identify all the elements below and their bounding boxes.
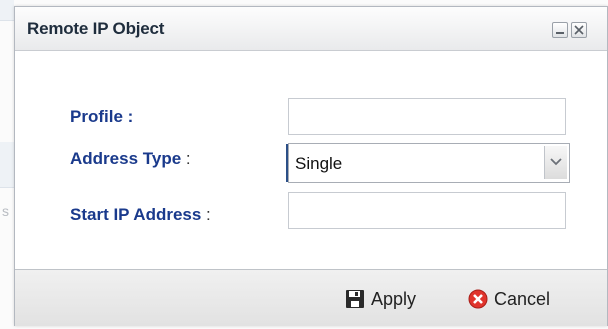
cancel-button[interactable]: Cancel [468, 286, 550, 312]
background-row [0, 0, 14, 21]
apply-label: Apply [371, 288, 417, 309]
apply-button[interactable]: Apply [345, 286, 416, 312]
minimize-button[interactable] [552, 22, 568, 38]
start-ip-label-text: Start IP Address [70, 205, 202, 224]
save-icon [346, 290, 364, 308]
profile-label: Profile : [70, 107, 134, 126]
chevron-down-icon [550, 158, 562, 166]
background-partial-text: s [2, 203, 9, 219]
start-ip-colon: : [201, 205, 211, 224]
minimize-icon [556, 32, 564, 34]
address-type-colon: : [181, 149, 191, 168]
select-focus-edge [286, 144, 288, 182]
remote-ip-object-dialog: Remote IP Object Profile : Address Type … [14, 6, 608, 326]
profile-input[interactable] [288, 98, 566, 135]
dialog-footer: Apply Cancel [15, 269, 607, 326]
start-ip-input[interactable] [288, 192, 566, 229]
address-type-label-text: Address Type [70, 149, 182, 168]
close-button[interactable] [571, 22, 587, 38]
dropdown-arrow-button[interactable] [544, 146, 567, 179]
cancel-label: Cancel [494, 288, 551, 309]
cancel-icon [468, 289, 488, 309]
address-type-select[interactable]: Single [286, 143, 570, 183]
start-ip-label: Start IP Address : [70, 205, 211, 225]
dialog-title: Remote IP Object [27, 19, 165, 38]
close-icon [574, 25, 584, 35]
address-type-label: Address Type : [70, 149, 191, 169]
dialog-titlebar[interactable]: Remote IP Object [15, 7, 607, 51]
background-row [0, 142, 14, 188]
address-type-value: Single [295, 154, 343, 173]
